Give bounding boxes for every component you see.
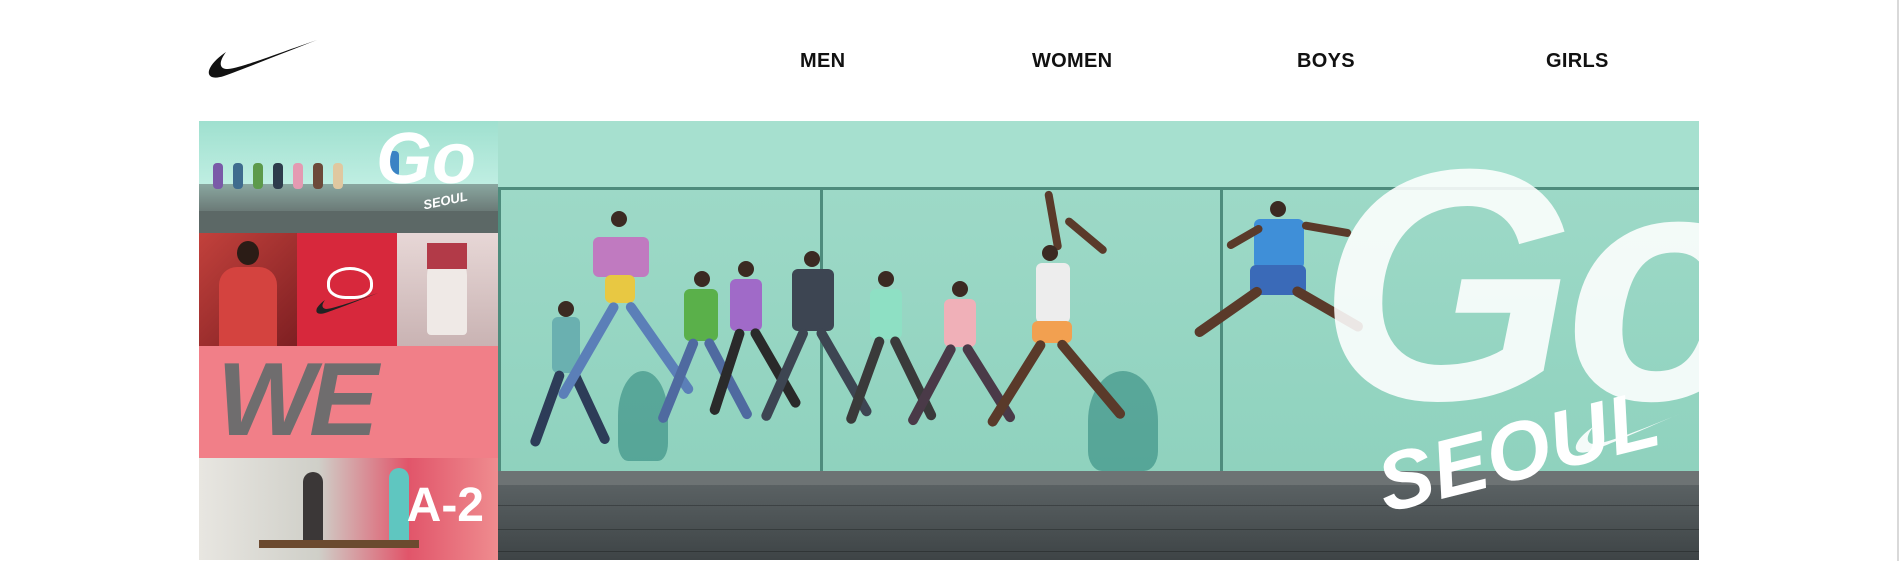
- runner-torso: [1036, 263, 1070, 323]
- mosaic-tile-fan-photo: [397, 233, 498, 346]
- nav-item-girls[interactable]: GIRLS: [1546, 46, 1609, 76]
- runner-head: [1270, 201, 1286, 217]
- mosaic-tile-we-fly: WE FLY.: [199, 346, 498, 458]
- we-fly-text: WE FLY.: [217, 346, 407, 458]
- nav-item-women[interactable]: WOMEN: [1032, 46, 1112, 76]
- go-text-small: Go: [376, 121, 476, 199]
- runner-torso: [944, 299, 976, 347]
- mosaic-divider: [199, 211, 498, 233]
- runner-torso: [870, 289, 902, 339]
- runner-head: [738, 261, 754, 277]
- wall-graffiti-text: A-2: [406, 479, 484, 532]
- pavement-line: [498, 505, 1699, 506]
- runner-leg: [1192, 284, 1264, 339]
- person-figure: [303, 472, 323, 546]
- runner-leg: [708, 327, 746, 417]
- runner-arm: [1044, 190, 1063, 251]
- mini-runner-figure: [213, 163, 223, 189]
- mini-runner-figure: [273, 163, 283, 189]
- main-nav: MEN WOMEN BOYS GIRLS: [0, 46, 1899, 76]
- mosaic-tile-soccer-player: [199, 233, 297, 346]
- hero-image: Go SEOUL: [498, 121, 1699, 560]
- runner-leg: [528, 369, 566, 448]
- flag-image: [427, 243, 467, 269]
- mini-runner-figure: [333, 163, 343, 189]
- mini-runner-figure: [253, 163, 263, 189]
- jersey-image: [219, 267, 277, 346]
- runner-figure: [844, 271, 938, 471]
- runner-figure: [985, 190, 1128, 471]
- nav-item-boys[interactable]: BOYS: [1297, 46, 1355, 76]
- mosaic-tile-red-graphic: [297, 233, 397, 346]
- runner-head: [611, 211, 627, 227]
- mini-runner-figure: [293, 163, 303, 189]
- runner-torso: [730, 279, 762, 331]
- runner-leg: [656, 337, 700, 425]
- mosaic-tile-go-seoul: Go SEOUL: [199, 121, 498, 211]
- runner-head: [558, 301, 574, 317]
- runner-leg: [759, 326, 810, 423]
- runner-arm: [1063, 215, 1109, 256]
- wall-panel-line: [498, 190, 501, 471]
- mosaic-tile-bench: A-2: [199, 458, 498, 560]
- pavement-line: [498, 529, 1699, 530]
- runner-head: [952, 281, 968, 297]
- runner-head: [804, 251, 820, 267]
- runner-figure: [906, 281, 1017, 471]
- player-head-image: [237, 241, 259, 265]
- runner-figure: [759, 251, 874, 471]
- runner-leg: [844, 335, 886, 426]
- hero-banner[interactable]: Go SEOUL WE FLY. A-2: [199, 121, 1699, 560]
- mini-runner-figure: [313, 163, 323, 189]
- runner-head: [1042, 245, 1058, 261]
- runner-head: [878, 271, 894, 287]
- campaign-mosaic: Go SEOUL WE FLY. A-2: [199, 121, 498, 560]
- mini-runner-figure: [233, 163, 243, 189]
- nike-swoosh-icon: [316, 293, 378, 314]
- runner-top: [605, 275, 635, 303]
- bench-image: [259, 540, 419, 548]
- runner-torso: [792, 269, 834, 331]
- pavement-line: [498, 551, 1699, 552]
- nav-item-men[interactable]: MEN: [800, 46, 845, 76]
- runner-torso: [593, 237, 649, 277]
